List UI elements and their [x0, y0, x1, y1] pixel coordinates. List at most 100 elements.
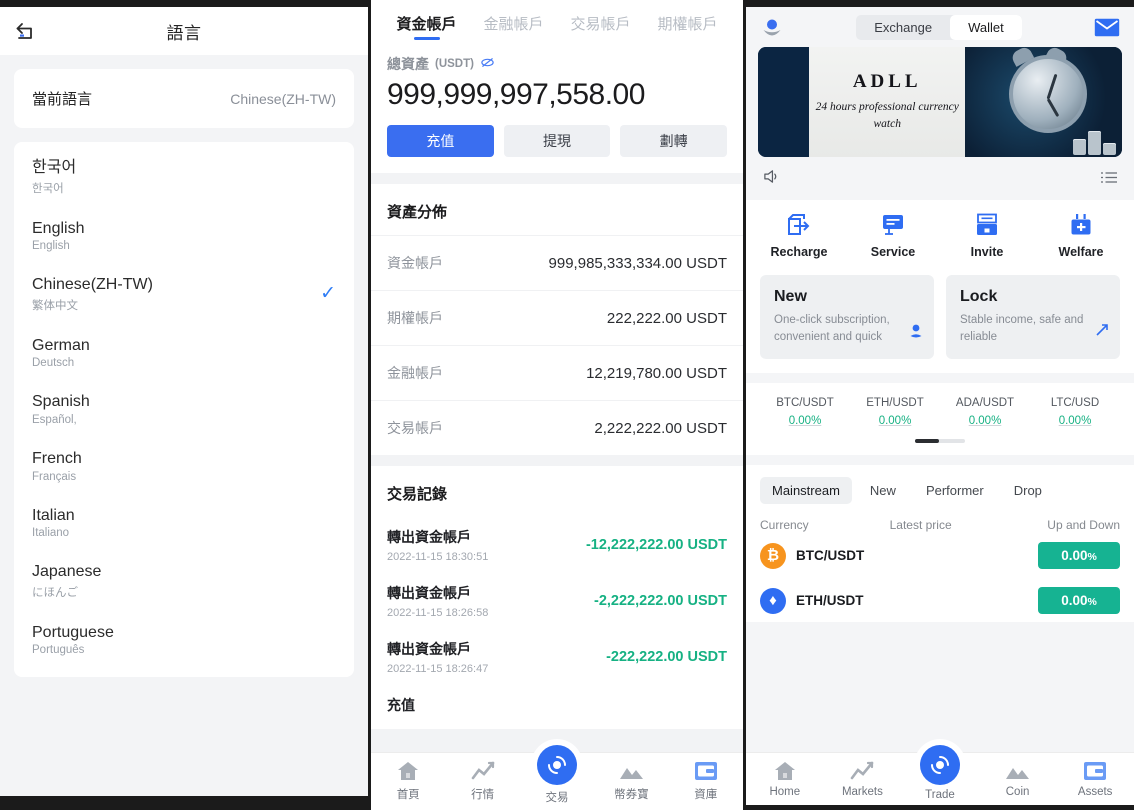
ticker-carousel: BTC/USDT 0.00% ETH/USDT 0.00% ADA/USDT 0.0…	[746, 383, 1134, 456]
language-list-item[interactable]: Portuguese Português	[14, 611, 354, 668]
market-tab-mainstream[interactable]: Mainstream	[760, 477, 852, 505]
mountain-icon	[1005, 759, 1031, 783]
lock-arrow-icon	[1094, 322, 1110, 341]
market-list-section: Mainstream New Performer Drop Currency Lates…	[746, 465, 1134, 623]
nav-item-coin[interactable]: Coin	[979, 759, 1057, 798]
transaction-title: 充值	[387, 697, 415, 713]
welfare-gift-icon	[1068, 212, 1094, 238]
carousel-thumb	[915, 439, 939, 444]
promo-card-new[interactable]: New One-click subscription, convenient a…	[760, 275, 934, 360]
market-tab-drop[interactable]: Drop	[1002, 477, 1054, 504]
coin-logo-icon: ₿	[760, 542, 786, 569]
market-column-header: Latest price	[889, 518, 952, 533]
list-icon[interactable]	[1100, 171, 1118, 187]
transaction-date: 2022-11-15 18:26:47	[387, 663, 489, 675]
bottom-navigation: 首頁 行情 交易 幣券寶 資庫	[371, 745, 743, 810]
nav-label: 幣券寶	[614, 789, 649, 801]
language-list-item[interactable]: 한국어 한국어	[14, 146, 354, 207]
balance-action-button[interactable]: 提現	[503, 125, 611, 157]
quick-action-welfare[interactable]: Welfare	[1034, 212, 1128, 259]
notice-bar	[746, 157, 1134, 200]
asset-distribution-row: 交易帳戶 2,222,222.00 USDT	[371, 400, 743, 455]
language-native-name: Español,	[32, 413, 77, 426]
nav-item-行情[interactable]: 行情	[445, 759, 519, 802]
nav-item-首頁[interactable]: 首頁	[371, 759, 445, 802]
wallet-assets-panel: 資金帳戶 金融帳戶 交易帳戶 期權帳戶 總資產 (USDT) 999,999,997,…	[368, 0, 746, 810]
language-name: Japanese	[32, 563, 102, 581]
asset-distribution-card: 資產分佈 資金帳戶 999,985,333,334.00 USDT 期權帳戶 22…	[371, 184, 743, 455]
service-chat-icon	[880, 212, 906, 238]
ticker-item[interactable]: LTC/USD 0.00%	[1030, 397, 1120, 427]
language-list-item[interactable]: Chinese(ZH-TW) 繁体中文 ✓	[14, 263, 354, 324]
user-avatar-icon[interactable]	[760, 15, 784, 39]
balance-action-button[interactable]: 充值	[387, 125, 494, 157]
promo-banner[interactable]: ADLL 24 hours professional currency watc…	[758, 47, 1122, 157]
nav-item-資庫[interactable]: 資庫	[669, 759, 743, 802]
section-divider	[371, 173, 743, 184]
total-assets-unit: (USDT)	[435, 58, 474, 70]
speaker-icon[interactable]	[762, 168, 781, 190]
nav-item-trade[interactable]: Trade	[901, 745, 979, 801]
language-native-name: Italiano	[32, 527, 70, 540]
ticker-change: 0.00%	[1058, 415, 1092, 428]
banner-brand: ADLL	[852, 71, 922, 93]
ticker-item[interactable]: BTC/USDT 0.00%	[760, 397, 850, 427]
nav-item-交易[interactable]: 交易	[520, 745, 594, 805]
account-tab[interactable]: 期權帳戶	[644, 13, 731, 40]
ticker-item[interactable]: ETH/USDT 0.00%	[850, 397, 940, 427]
balance-action-button[interactable]: 劃轉	[620, 125, 728, 157]
quick-action-invite[interactable]: Invite	[940, 212, 1034, 259]
transaction-amount: -2,222,222.00 USDT	[594, 593, 727, 609]
current-language-row[interactable]: 當前語言 Chinese(ZH-TW)	[14, 69, 354, 128]
transaction-records-card: 交易記錄 轉出資金帳戶 2022-11-15 18:30:51 -12,222,…	[371, 466, 743, 729]
nav-label: 行情	[471, 789, 495, 801]
exchange-wallet-switch: Exchange Wallet	[856, 14, 1022, 40]
recharge-icon	[786, 212, 812, 238]
transaction-row[interactable]: 轉出資金帳戶 2022-11-15 18:26:47 -222,222.00 U…	[371, 629, 743, 685]
language-list-item[interactable]: French Français	[14, 437, 354, 494]
nav-item-幣券寶[interactable]: 幣券寶	[594, 759, 668, 802]
promo-card-lock[interactable]: Lock Stable income, safe and reliable	[946, 275, 1120, 360]
back-icon[interactable]	[13, 18, 39, 44]
section-divider-2	[371, 455, 743, 466]
envelope-icon[interactable]	[1094, 18, 1120, 37]
market-row[interactable]: ₿ BTC/USDT 0.00%	[760, 542, 1120, 577]
nav-label: Assets	[1077, 786, 1113, 798]
transaction-row[interactable]: 充值	[371, 685, 743, 729]
market-row[interactable]: ♦ ETH/USDT 0.00%	[760, 587, 1120, 622]
account-tab[interactable]: 資金帳戶	[383, 13, 470, 40]
transaction-row[interactable]: 轉出資金帳戶 2022-11-15 18:30:51 -12,222,222.0…	[371, 517, 743, 573]
promo-title: New	[774, 288, 807, 305]
account-balance: 999,985,333,334.00 USDT	[548, 254, 727, 272]
language-list-item[interactable]: Italian Italiano	[14, 494, 354, 551]
nav-label: Markets	[841, 786, 883, 798]
total-assets-label: 總資產	[387, 56, 429, 72]
language-list-item[interactable]: German Deutsch	[14, 324, 354, 381]
carousel-indicator[interactable]	[746, 439, 1134, 449]
ticker-pair: LTC/USD	[1050, 397, 1100, 410]
account-tab[interactable]: 金融帳戶	[470, 13, 557, 40]
quick-action-service[interactable]: Service	[846, 212, 940, 259]
segment-wallet[interactable]: Wallet	[950, 14, 1022, 40]
eye-off-icon[interactable]	[480, 55, 495, 73]
market-tab-performer[interactable]: Performer	[914, 477, 996, 504]
language-settings-panel: 語言 當前語言 Chinese(ZH-TW) 한국어 한국어 English E…	[0, 0, 368, 810]
nav-item-markets[interactable]: Markets	[824, 759, 902, 798]
nav-item-home[interactable]: Home	[746, 759, 824, 798]
asset-distribution-row: 期權帳戶 222,222.00 USDT	[371, 290, 743, 345]
account-tab[interactable]: 交易帳戶	[557, 13, 644, 40]
wallet-icon	[1082, 759, 1108, 783]
market-tab-new[interactable]: New	[858, 477, 908, 504]
status-bar-bottom	[0, 796, 368, 810]
segment-exchange[interactable]: Exchange	[856, 15, 950, 40]
quick-action-recharge[interactable]: Recharge	[752, 212, 846, 259]
market-pair: BTC/USDT	[796, 548, 865, 564]
transaction-date: 2022-11-15 18:30:51	[387, 551, 489, 563]
nav-item-assets[interactable]: Assets	[1056, 759, 1134, 798]
status-bar-top	[0, 0, 368, 7]
language-list-item[interactable]: Japanese にほんご	[14, 550, 354, 611]
transaction-row[interactable]: 轉出資金帳戶 2022-11-15 18:26:58 -2,222,222.00…	[371, 573, 743, 629]
language-list-item[interactable]: Spanish Español,	[14, 380, 354, 437]
language-list-item[interactable]: English English	[14, 207, 354, 264]
ticker-item[interactable]: ADA/USDT 0.00%	[940, 397, 1030, 427]
